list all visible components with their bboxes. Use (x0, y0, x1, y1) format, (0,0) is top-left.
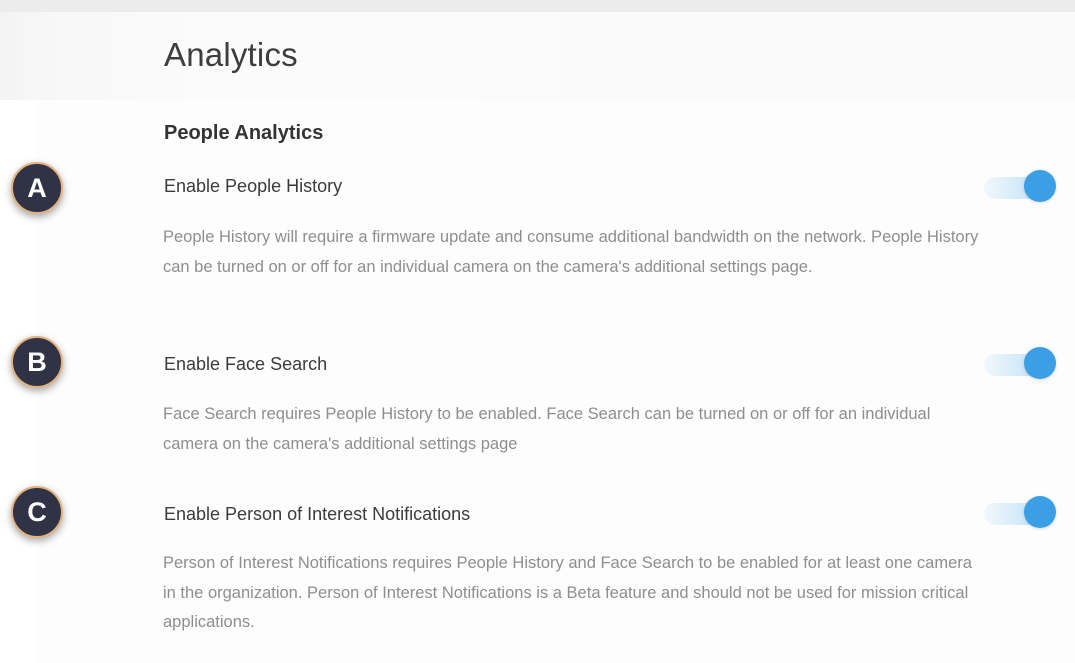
toggle-people-history[interactable] (984, 170, 1056, 204)
setting-description-person-of-interest: Person of Interest Notifications require… (163, 554, 972, 631)
toggle-knob (1024, 496, 1056, 528)
marker-c: C (11, 486, 63, 538)
toggle-knob (1024, 170, 1056, 202)
setting-label-person-of-interest: Enable Person of Interest Notifications (164, 504, 471, 524)
header-band (0, 12, 1075, 100)
marker-a: A (11, 162, 63, 214)
setting-label-face-search: Enable Face Search (164, 354, 328, 374)
setting-description-face-search: Face Search requires People History to b… (163, 405, 931, 453)
page-title: Analytics (164, 36, 298, 73)
toggle-face-search[interactable] (984, 347, 1056, 381)
section-title: People Analytics (164, 122, 324, 144)
setting-label-people-history: Enable People History (164, 176, 343, 196)
toggle-knob (1024, 347, 1056, 379)
top-strip (0, 0, 1075, 12)
toggle-person-of-interest[interactable] (984, 496, 1056, 530)
setting-description-people-history: People History will require a firmware u… (163, 228, 979, 276)
marker-b: B (11, 336, 63, 388)
